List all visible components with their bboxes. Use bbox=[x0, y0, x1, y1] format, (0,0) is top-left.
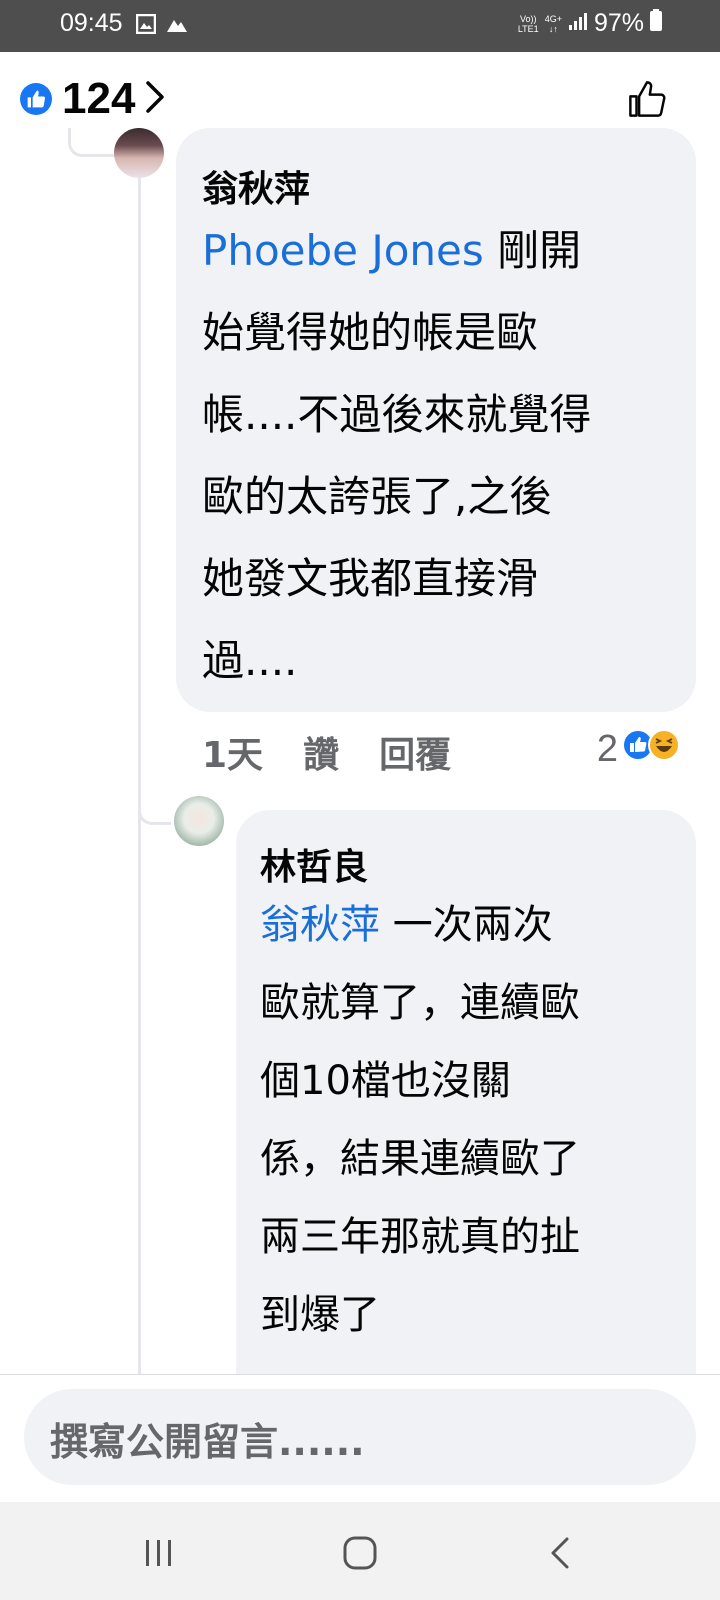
comment-input[interactable]: 撰寫公開留言...... bbox=[24, 1389, 696, 1485]
like-count: 124 bbox=[62, 74, 136, 123]
signal-icon bbox=[568, 9, 588, 38]
comment-author[interactable]: 林哲良 bbox=[260, 838, 368, 890]
avatar[interactable] bbox=[114, 128, 164, 178]
like-comment-button[interactable]: 讚 bbox=[303, 726, 339, 778]
battery-icon bbox=[650, 9, 662, 38]
comment-text: 翁秋萍 一次兩次 歐就算了，連續歐 個10檔也沒關 係，結果連續歐了 兩三年那就… bbox=[260, 902, 580, 1338]
home-icon[interactable] bbox=[343, 1536, 377, 1574]
comment-bubble: 翁秋萍 Phoebe Jones 剛開 始覺得她的帳是歐 帳....不過後來就覺… bbox=[176, 128, 696, 712]
haha-icon bbox=[648, 728, 680, 771]
comment-reactions[interactable]: 2 bbox=[597, 728, 680, 771]
recent-apps-icon[interactable] bbox=[144, 1540, 174, 1570]
reply-connector bbox=[68, 128, 115, 157]
status-bar: 09:45 Vo)) LTE1 4G+ ↓↑ 97% bbox=[0, 0, 720, 52]
chevron-right-icon bbox=[145, 80, 165, 118]
reply-button[interactable]: 回覆 bbox=[379, 726, 451, 778]
volte-indicator: Vo)) LTE1 bbox=[517, 13, 539, 34]
mountain-icon bbox=[166, 14, 188, 38]
comment-time: 1天 bbox=[202, 735, 264, 776]
status-time: 09:45 bbox=[60, 9, 123, 37]
network-type: 4G+ ↓↑ bbox=[544, 13, 562, 34]
comment-text: Phoebe Jones 剛開 始覺得她的帳是歐 帳....不過後來就覺得 歐的… bbox=[202, 226, 592, 685]
system-nav-bar bbox=[0, 1502, 720, 1600]
mention-link[interactable]: 翁秋萍 bbox=[260, 902, 380, 948]
thread-line bbox=[138, 148, 141, 1374]
composer-bar: 撰寫公開留言...... bbox=[0, 1374, 720, 1503]
like-badge-icon bbox=[20, 83, 52, 115]
back-icon[interactable] bbox=[550, 1536, 570, 1574]
comment-author[interactable]: 翁秋萍 bbox=[202, 160, 310, 212]
reactions-summary-link[interactable]: 124 bbox=[20, 74, 165, 124]
avatar[interactable] bbox=[174, 796, 224, 846]
thumbs-up-icon[interactable] bbox=[626, 78, 668, 124]
reaction-count: 2 bbox=[596, 728, 618, 770]
status-right: Vo)) LTE1 4G+ ↓↑ 97% bbox=[518, 9, 662, 38]
comment-bubble: 林哲良 翁秋萍 一次兩次 歐就算了，連續歐 個10檔也沒關 係，結果連續歐了 兩… bbox=[236, 810, 696, 1430]
comment-actions: 1天 讚 回覆 bbox=[202, 726, 451, 778]
gallery-icon bbox=[135, 13, 157, 38]
mention-link[interactable]: Phoebe Jones bbox=[202, 226, 484, 275]
battery-level: 97% bbox=[593, 9, 644, 37]
comment-input-placeholder: 撰寫公開留言...... bbox=[50, 1420, 365, 1464]
reply-connector bbox=[138, 792, 171, 825]
